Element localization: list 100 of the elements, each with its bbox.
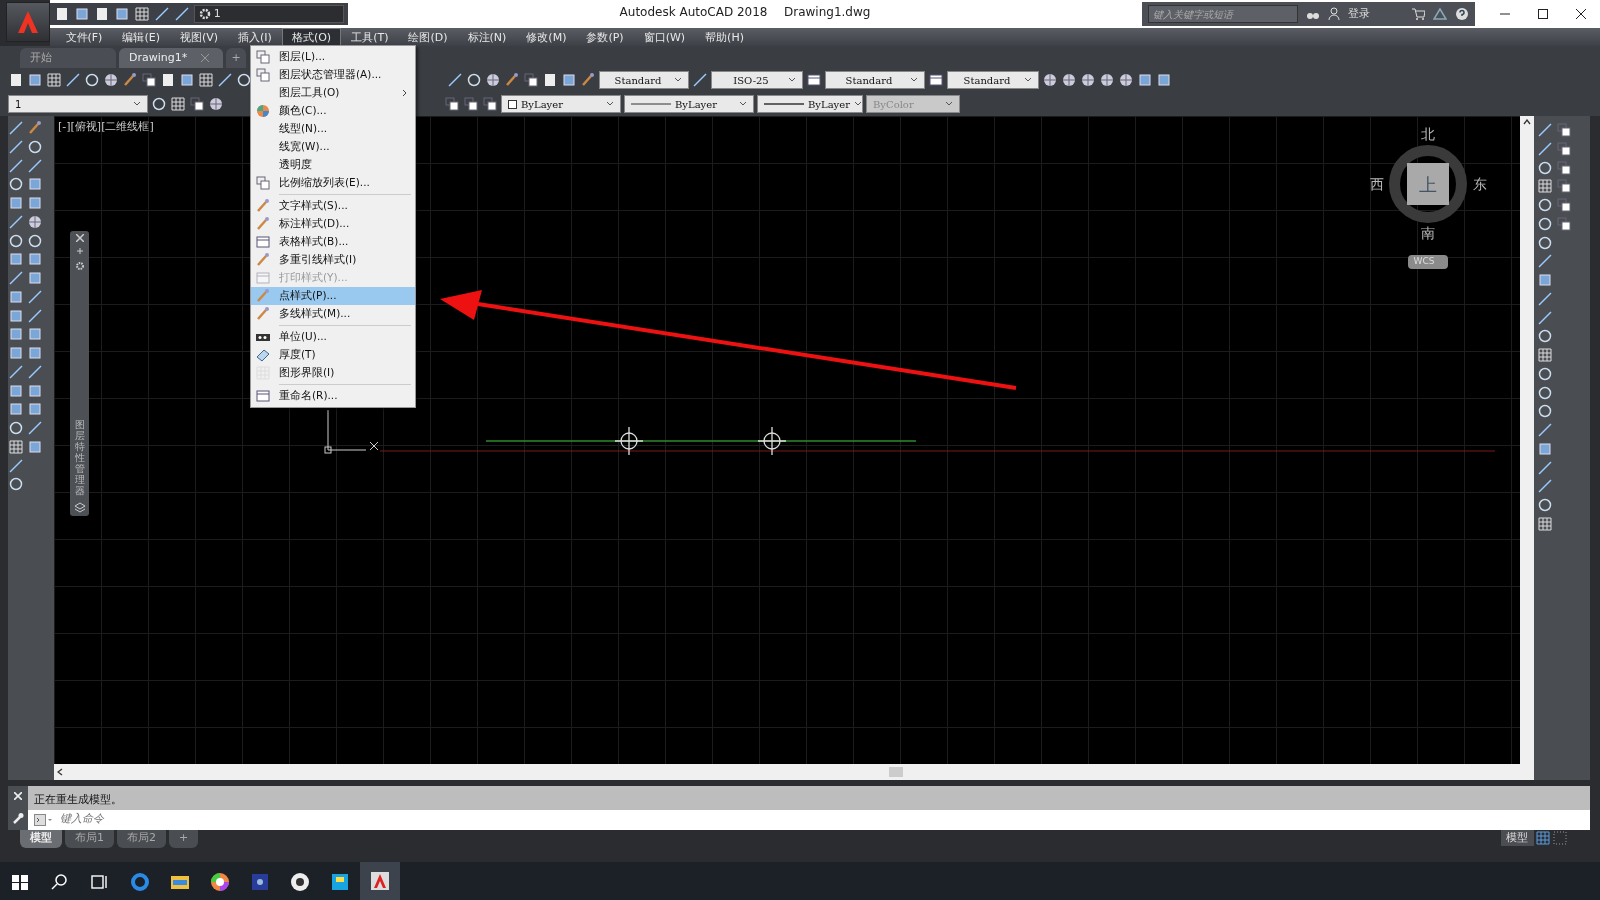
- menu-item[interactable]: 图层工具(O): [251, 84, 415, 102]
- menu-item[interactable]: 绘图(D): [398, 28, 458, 46]
- menu-item[interactable]: 标注样式(D)...: [251, 215, 415, 233]
- square-icon[interactable]: [26, 176, 43, 193]
- dotted-grid-icon[interactable]: [1553, 830, 1567, 845]
- document-tab[interactable]: Drawing1*: [119, 48, 223, 68]
- taskbar-button[interactable]: [360, 861, 400, 900]
- line-icon[interactable]: [1536, 253, 1553, 270]
- property-dropdown[interactable]: ByLayer: [624, 95, 754, 113]
- line-icon[interactable]: [26, 420, 43, 436]
- circle-icon[interactable]: [84, 72, 100, 88]
- circle-icon[interactable]: [1536, 215, 1553, 232]
- square-icon[interactable]: [27, 72, 43, 88]
- square-icon[interactable]: [26, 382, 43, 399]
- stacked-sheets-icon[interactable]: [523, 72, 539, 88]
- document-tab[interactable]: 开始: [20, 48, 116, 68]
- stacked-sheets-icon[interactable]: [1555, 178, 1572, 195]
- menu-item[interactable]: 线宽(W)...: [251, 138, 415, 156]
- viewport-label[interactable]: [-][俯视][二维线框]: [58, 119, 154, 136]
- circle-icon[interactable]: [8, 176, 24, 193]
- circle-icon[interactable]: [26, 138, 43, 155]
- menu-item[interactable]: 帮助(H): [695, 28, 754, 46]
- menu-item[interactable]: 标注(N): [457, 28, 517, 46]
- sign-in-link[interactable]: 登录: [1348, 5, 1403, 23]
- stacked-sheets-icon[interactable]: [1555, 122, 1572, 138]
- circle-icon[interactable]: [8, 420, 24, 436]
- menu-item[interactable]: 文件(F): [55, 28, 113, 46]
- line-icon[interactable]: [26, 288, 43, 305]
- grid-icon[interactable]: [1536, 178, 1553, 195]
- style-dropdown[interactable]: Standard: [947, 71, 1039, 89]
- line-icon[interactable]: [217, 72, 233, 88]
- menu-item[interactable]: 多重引线样式(I): [251, 251, 415, 269]
- square-icon[interactable]: [1156, 72, 1172, 88]
- square-icon[interactable]: [1536, 272, 1553, 288]
- circle-icon[interactable]: [1536, 328, 1553, 345]
- square-icon[interactable]: [26, 438, 43, 455]
- page-icon[interactable]: [160, 72, 176, 88]
- menu-item[interactable]: 窗口(W): [633, 28, 696, 46]
- square-icon[interactable]: [561, 72, 577, 88]
- triangle-icon[interactable]: [1433, 7, 1447, 21]
- line-icon[interactable]: [8, 157, 24, 174]
- line-icon[interactable]: [8, 120, 24, 136]
- menu-item[interactable]: 图层(L)...: [251, 48, 415, 66]
- globe-icon[interactable]: [1080, 72, 1096, 88]
- stacked-sheets-icon[interactable]: [1555, 140, 1572, 157]
- vertical-scrollbar[interactable]: [1520, 116, 1534, 780]
- square-icon[interactable]: [26, 345, 43, 361]
- brush-icon[interactable]: [504, 72, 520, 88]
- circle-icon[interactable]: [1536, 403, 1553, 420]
- line-icon[interactable]: [8, 138, 24, 155]
- line-icon[interactable]: [26, 157, 43, 174]
- brush-icon[interactable]: [122, 72, 138, 88]
- menu-item[interactable]: 编辑(E): [112, 28, 170, 46]
- circle-icon[interactable]: [236, 72, 252, 88]
- help-icon[interactable]: [1455, 7, 1469, 21]
- square-icon[interactable]: [8, 382, 24, 399]
- circle-icon[interactable]: [1536, 497, 1553, 513]
- globe-icon[interactable]: [1099, 72, 1115, 88]
- square-icon[interactable]: [26, 270, 43, 286]
- menu-item[interactable]: 格式(O): [281, 28, 342, 46]
- stacked-sheets-icon[interactable]: [463, 96, 479, 112]
- scroll-thumb[interactable]: [889, 767, 903, 777]
- menu-item[interactable]: 图形界限(I): [251, 364, 415, 382]
- menu-item[interactable]: 插入(I): [228, 28, 282, 46]
- square-icon[interactable]: [74, 6, 90, 22]
- grid-icon[interactable]: [8, 438, 24, 455]
- menu-item[interactable]: 比例缩放列表(E)...: [251, 174, 415, 192]
- line-icon[interactable]: [1536, 478, 1553, 495]
- menu-item[interactable]: 多线样式(M)...: [251, 305, 415, 323]
- square-icon[interactable]: [8, 401, 24, 418]
- workspace-dropdown[interactable]: 1: [194, 5, 344, 23]
- page-icon[interactable]: [8, 72, 24, 88]
- square-icon[interactable]: [1536, 440, 1553, 457]
- cart-icon[interactable]: [1411, 7, 1425, 21]
- line-icon[interactable]: [1536, 290, 1553, 307]
- globe-icon[interactable]: [1118, 72, 1134, 88]
- brush-icon[interactable]: [580, 72, 596, 88]
- stacked-sheets-icon[interactable]: [444, 96, 460, 112]
- property-dropdown[interactable]: ByLayer: [757, 95, 863, 113]
- menu-item[interactable]: 表格样式(B)...: [251, 233, 415, 251]
- menu-item[interactable]: 厚度(T): [251, 346, 415, 364]
- circle-icon[interactable]: [1536, 365, 1553, 382]
- menu-item[interactable]: 点样式(P)...: [251, 287, 415, 305]
- menu-item[interactable]: 单位(U)...: [251, 328, 415, 346]
- line-icon[interactable]: [1536, 459, 1553, 476]
- square-icon[interactable]: [26, 251, 43, 268]
- square-icon[interactable]: [8, 195, 24, 211]
- menu-item[interactable]: 线型(N)...: [251, 120, 415, 138]
- line-icon[interactable]: [8, 270, 24, 286]
- globe-icon[interactable]: [208, 96, 224, 112]
- circle-icon[interactable]: [26, 232, 43, 249]
- wrench-icon[interactable]: [12, 811, 24, 824]
- line-icon[interactable]: [154, 6, 170, 22]
- line-icon[interactable]: [447, 72, 463, 88]
- globe-icon[interactable]: [103, 72, 119, 88]
- square-icon[interactable]: [8, 307, 24, 324]
- globe-icon[interactable]: [1042, 72, 1058, 88]
- brush-icon[interactable]: [26, 120, 43, 136]
- circle-icon[interactable]: [1536, 384, 1553, 401]
- stacked-sheets-icon[interactable]: [1555, 215, 1572, 232]
